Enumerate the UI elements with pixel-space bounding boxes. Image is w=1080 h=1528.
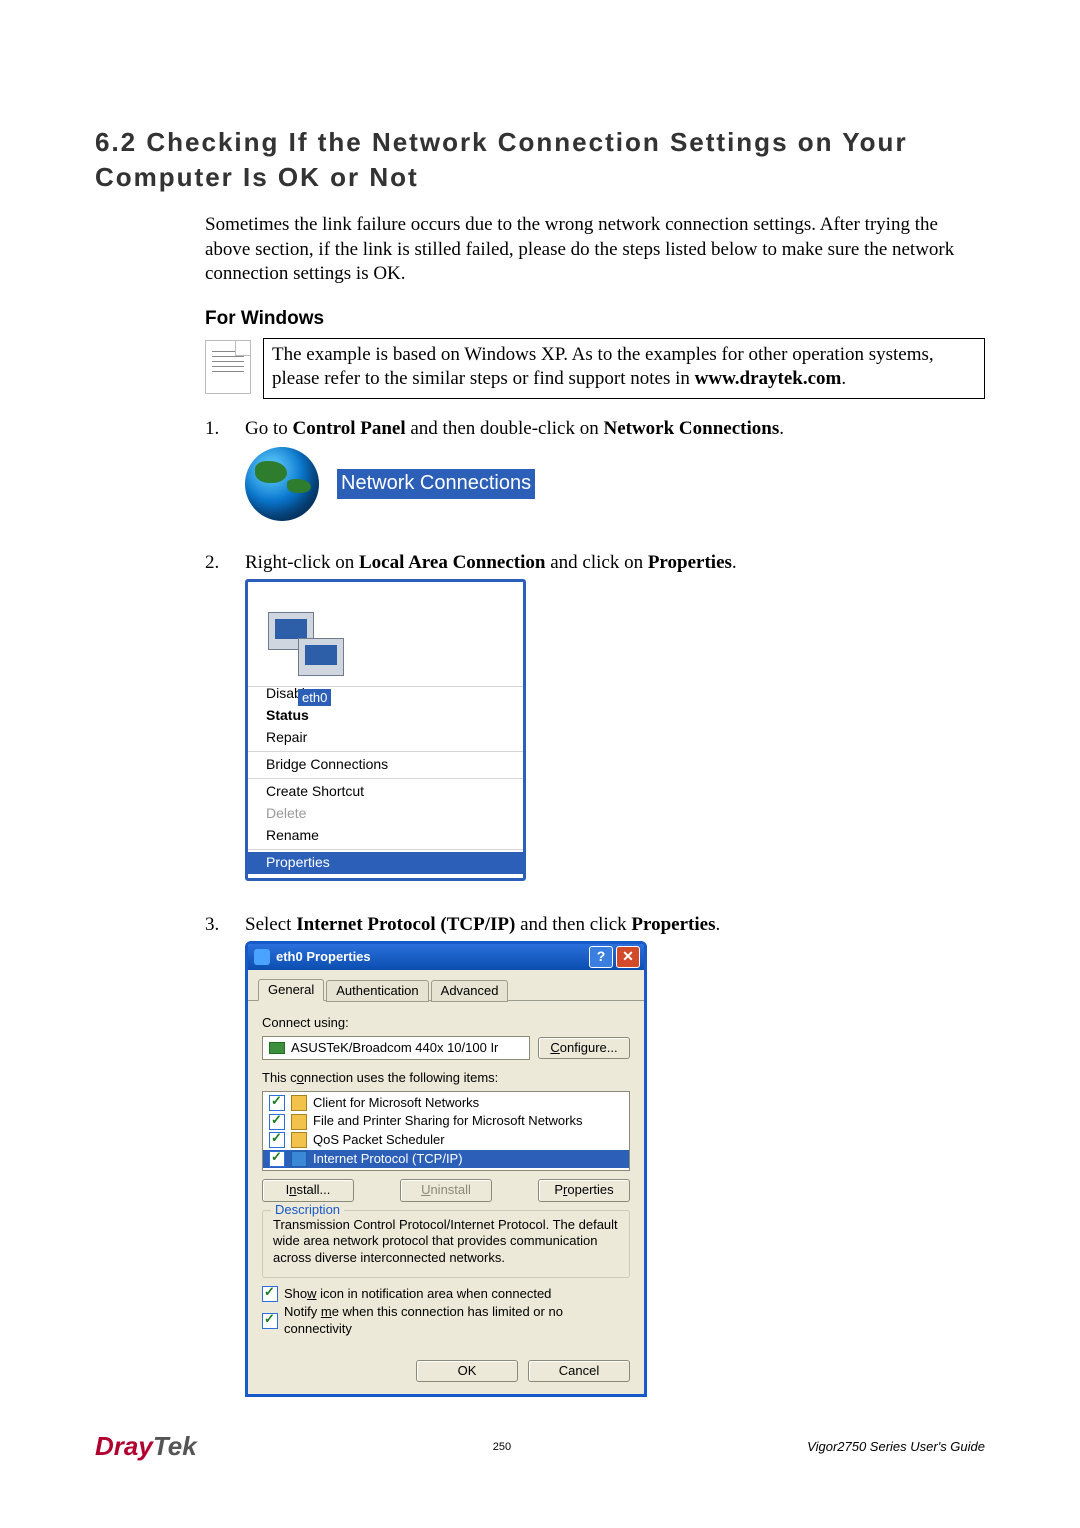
description-text: Transmission Control Protocol/Internet P…: [273, 1217, 619, 1267]
figure-context-menu: eth0 Disable Status Repair Bridge Connec…: [245, 579, 526, 880]
step-2-number: 2.: [205, 551, 245, 900]
item-tcpip-label: Internet Protocol (TCP/IP): [313, 1151, 463, 1168]
close-button[interactable]: ✕: [616, 946, 640, 968]
item-client-label: Client for Microsoft Networks: [313, 1095, 479, 1112]
connection-icon: [254, 949, 270, 965]
logo-dray: Dray: [95, 1431, 153, 1461]
step-1-bold-b: Network Connections: [603, 418, 779, 439]
item-file-print[interactable]: File and Printer Sharing for Microsoft N…: [263, 1112, 629, 1131]
service-icon: [291, 1114, 307, 1130]
items-listbox[interactable]: Client for Microsoft Networks File and P…: [262, 1091, 630, 1172]
configure-button[interactable]: Configure...: [538, 1037, 630, 1060]
step-1-text-c: .: [779, 418, 784, 439]
dialog-title: eth0 Properties: [276, 949, 371, 966]
step-1: 1. Go to Control Panel and then double-c…: [205, 417, 985, 539]
description-legend: Description: [271, 1202, 344, 1219]
step-3-number: 3.: [205, 913, 245, 1398]
step-1-text-a: Go to: [245, 418, 293, 439]
step-2-bold-a: Local Area Connection: [359, 552, 545, 573]
step-1-number: 1.: [205, 417, 245, 539]
notify-row[interactable]: Notify me when this connection has limit…: [262, 1304, 630, 1337]
nic-icon: [269, 1042, 285, 1054]
context-menu: Disable Status Repair Bridge Connections…: [248, 679, 523, 877]
step-2-text-b: and click on: [545, 552, 647, 573]
step-3: 3. Select Internet Protocol (TCP/IP) and…: [205, 913, 985, 1398]
page-footer: DrayTek 250 Vigor2750 Series User's Guid…: [95, 1431, 985, 1462]
ok-button[interactable]: OK: [416, 1360, 518, 1383]
step-3-bold-a: Internet Protocol (TCP/IP): [296, 914, 515, 935]
menu-item-disable[interactable]: Disable: [248, 683, 523, 705]
service-icon: [291, 1132, 307, 1148]
properties-button[interactable]: Properties: [538, 1179, 630, 1202]
menu-item-rename[interactable]: Rename: [248, 825, 523, 847]
figure-network-connections-icon: Network Connections: [245, 447, 985, 521]
item-client[interactable]: Client for Microsoft Networks: [263, 1094, 629, 1113]
step-2-text-c: .: [732, 552, 737, 573]
item-qos-label: QoS Packet Scheduler: [313, 1132, 445, 1149]
step-3-bold-b: Properties: [631, 914, 715, 935]
network-connections-label: Network Connections: [337, 469, 535, 499]
connect-using-label: Connect using:: [262, 1015, 630, 1032]
adapter-field[interactable]: ASUSTeK/Broadcom 440x 10/100 Ir: [262, 1036, 530, 1060]
step-1-text-b: and then double-click on: [406, 418, 604, 439]
lan-connection-icon: [268, 612, 348, 682]
step-1-bold-a: Control Panel: [293, 418, 406, 439]
globe-icon: [245, 447, 319, 521]
step-2-bold-b: Properties: [648, 552, 732, 573]
show-icon-label: Show icon in notification area when conn…: [284, 1286, 551, 1303]
dialog-titlebar[interactable]: eth0 Properties ? ✕: [248, 944, 644, 970]
service-icon: [291, 1095, 307, 1111]
tab-general[interactable]: General: [258, 979, 324, 1002]
step-2: 2. Right-click on Local Area Connection …: [205, 551, 985, 900]
checkbox-icon[interactable]: [262, 1313, 278, 1329]
tab-authentication[interactable]: Authentication: [326, 980, 428, 1003]
subheading-for-windows: For Windows: [205, 308, 985, 330]
show-icon-row[interactable]: Show icon in notification area when conn…: [262, 1286, 630, 1303]
figure-eth0-properties-dialog: eth0 Properties ? ✕ General Authenticati…: [245, 941, 647, 1397]
note-box: The example is based on Windows XP. As t…: [263, 338, 985, 399]
step-3-text-c: .: [715, 914, 720, 935]
note-after: .: [841, 368, 846, 389]
note-link: www.draytek.com: [695, 368, 842, 389]
install-button[interactable]: Install...: [262, 1179, 354, 1202]
item-qos[interactable]: QoS Packet Scheduler: [263, 1131, 629, 1150]
uses-items-label: This connection uses the following items…: [262, 1070, 630, 1087]
tab-advanced[interactable]: Advanced: [431, 980, 509, 1003]
description-group: Description Transmission Control Protoco…: [262, 1210, 630, 1278]
checkbox-icon[interactable]: [269, 1095, 285, 1111]
menu-item-shortcut[interactable]: Create Shortcut: [248, 781, 523, 803]
protocol-icon: [291, 1151, 307, 1167]
step-2-text-a: Right-click on: [245, 552, 359, 573]
menu-item-delete: Delete: [248, 803, 523, 825]
step-3-text-b: and then click: [515, 914, 631, 935]
menu-item-properties[interactable]: Properties: [248, 852, 523, 874]
menu-item-repair[interactable]: Repair: [248, 727, 523, 749]
adapter-name: ASUSTeK/Broadcom 440x 10/100 Ir: [291, 1040, 498, 1057]
checkbox-icon[interactable]: [269, 1151, 285, 1167]
item-file-print-label: File and Printer Sharing for Microsoft N…: [313, 1113, 582, 1130]
step-3-text-a: Select: [245, 914, 296, 935]
eth0-label: eth0: [298, 689, 331, 706]
menu-item-bridge[interactable]: Bridge Connections: [248, 754, 523, 776]
checkbox-icon[interactable]: [269, 1132, 285, 1148]
note-document-icon: [205, 340, 251, 394]
logo-tek: Tek: [153, 1431, 197, 1461]
item-tcpip[interactable]: Internet Protocol (TCP/IP): [263, 1150, 629, 1169]
page-number: 250: [197, 1441, 807, 1453]
help-button[interactable]: ?: [589, 946, 613, 968]
uninstall-button: Uninstall: [400, 1179, 492, 1202]
cancel-button[interactable]: Cancel: [528, 1360, 630, 1383]
notify-label: Notify me when this connection has limit…: [284, 1304, 630, 1337]
menu-item-status[interactable]: Status: [248, 705, 523, 727]
section-heading: 6.2 Checking If the Network Connection S…: [95, 125, 985, 195]
intro-paragraph: Sometimes the link failure occurs due to…: [205, 213, 985, 286]
checkbox-icon[interactable]: [269, 1114, 285, 1130]
guide-title: Vigor2750 Series User's Guide: [807, 1439, 985, 1454]
checkbox-icon[interactable]: [262, 1286, 278, 1302]
